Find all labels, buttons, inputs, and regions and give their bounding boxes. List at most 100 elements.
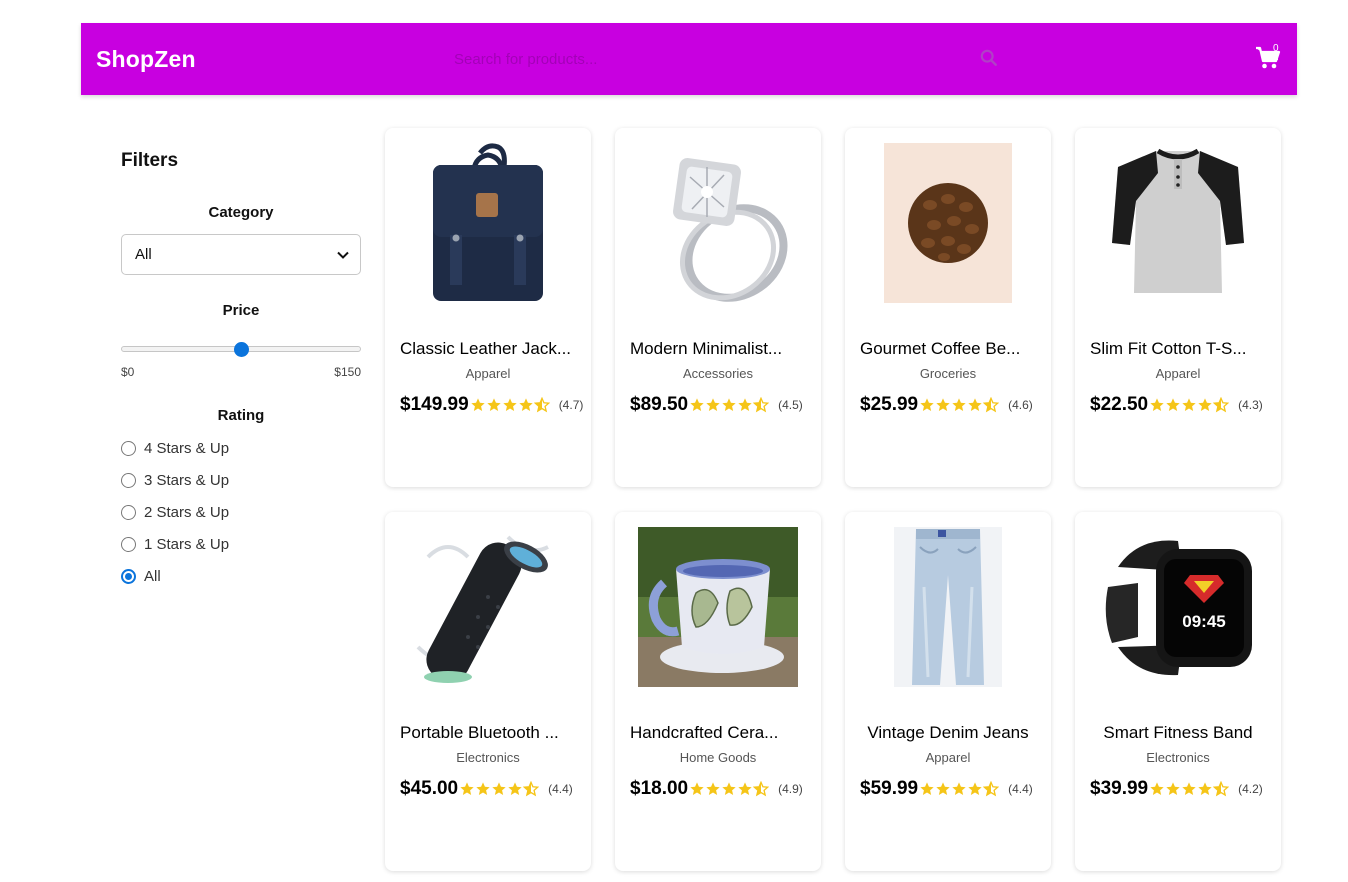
product-card[interactable]: Modern Minimalist... Accessories $89.50 …	[615, 128, 821, 487]
product-category: Accessories	[682, 366, 754, 381]
product-name[interactable]: Modern Minimalist...	[630, 339, 806, 359]
rating-option[interactable]: All	[121, 560, 361, 592]
star-icon	[936, 782, 950, 795]
product-name[interactable]: Handcrafted Cera...	[630, 723, 806, 743]
rating-option-label: All	[144, 567, 161, 585]
half-star-icon	[753, 397, 770, 413]
star-icon	[476, 782, 490, 795]
product-image[interactable]	[408, 527, 568, 687]
filters-sidebar: Filters Category All Price $0 $150 Ratin…	[121, 150, 361, 592]
product-category: Groceries	[919, 366, 977, 381]
star-icon	[487, 398, 501, 411]
product-card[interactable]: Vintage Denim Jeans Apparel $59.99 (4.4)	[845, 512, 1051, 871]
filters-title: Filters	[121, 150, 179, 171]
rating-value: (4.4)	[548, 782, 573, 796]
star-icon	[936, 398, 950, 411]
search-button[interactable]	[979, 49, 999, 69]
radio-button[interactable]	[121, 536, 136, 552]
product-image[interactable]	[408, 143, 568, 303]
star-rating	[1149, 397, 1230, 413]
product-category: Apparel	[925, 750, 971, 765]
product-name[interactable]: Gourmet Coffee Be...	[860, 339, 1036, 359]
rating-value: (4.2)	[1238, 782, 1263, 796]
speaker-image	[408, 527, 568, 687]
star-icon	[1150, 782, 1164, 795]
rating-option-label: 3 Stars & Up	[144, 471, 230, 489]
product-card[interactable]: Classic Leather Jack... Apparel $149.99 …	[385, 128, 591, 487]
product-card[interactable]: Portable Bluetooth ... Electronics $45.0…	[385, 512, 591, 871]
star-rating	[689, 781, 770, 797]
rating-option[interactable]: 3 Stars & Up	[121, 464, 361, 496]
search-bar	[444, 45, 1004, 73]
star-rating	[689, 397, 770, 413]
product-image[interactable]	[868, 527, 1028, 687]
product-category: Apparel	[1155, 366, 1201, 381]
star-icon	[706, 782, 720, 795]
half-star-icon	[533, 397, 550, 413]
rating-option-label: 1 Stars & Up	[144, 535, 230, 553]
category-select-value: All	[135, 246, 152, 263]
product-image[interactable]: 09:45	[1098, 527, 1258, 687]
radio-button[interactable]	[121, 504, 136, 520]
half-star-icon	[523, 781, 540, 797]
rating-option[interactable]: 4 Stars & Up	[121, 432, 361, 464]
star-icon	[503, 398, 517, 411]
star-icon	[738, 398, 752, 411]
star-icon	[1166, 782, 1180, 795]
product-name[interactable]: Classic Leather Jack...	[400, 339, 576, 359]
product-card[interactable]: Handcrafted Cera... Home Goods $18.00 (4…	[615, 512, 821, 871]
rating-value: (4.4)	[1008, 782, 1033, 796]
star-icon	[952, 398, 966, 411]
rating-value: (4.7)	[558, 398, 584, 412]
star-rating	[470, 397, 550, 413]
product-image[interactable]	[868, 143, 1028, 303]
product-price: $59.99	[860, 778, 919, 799]
star-icon	[460, 782, 474, 795]
half-star-icon	[1213, 397, 1230, 413]
price-slider-thumb[interactable]	[234, 342, 249, 357]
search-input[interactable]	[444, 45, 984, 73]
product-card[interactable]: Gourmet Coffee Be... Groceries $25.99 (4…	[845, 128, 1051, 487]
denim-jeans-image	[868, 527, 1028, 687]
rating-option[interactable]: 2 Stars & Up	[121, 496, 361, 528]
product-card[interactable]: 09:45 Smart Fitness Band Electronics $39…	[1075, 512, 1281, 871]
star-icon	[920, 398, 934, 411]
chevron-down-icon	[337, 251, 349, 259]
star-icon	[1166, 398, 1180, 411]
star-icon	[1198, 782, 1212, 795]
product-name[interactable]: Slim Fit Cotton T-S...	[1090, 339, 1266, 359]
rating-value: (4.5)	[778, 398, 803, 412]
radio-button[interactable]	[121, 440, 136, 456]
raglan-shirt-image	[1098, 143, 1258, 303]
navbar: ShopZen 0	[81, 23, 1297, 95]
price-min-label: $0	[121, 365, 135, 379]
ring-image	[638, 143, 798, 303]
brand-logo[interactable]: ShopZen	[96, 46, 196, 73]
product-price: $149.99	[400, 394, 469, 415]
rating-option-label: 2 Stars & Up	[144, 503, 230, 521]
category-select[interactable]: All	[121, 234, 361, 275]
rating-value: (4.3)	[1238, 398, 1263, 412]
star-icon	[471, 398, 485, 411]
rating-options: 4 Stars & Up 3 Stars & Up 2 Stars & Up 1…	[121, 432, 361, 592]
star-icon	[519, 398, 533, 411]
product-name[interactable]: Smart Fitness Band	[1090, 723, 1266, 743]
backpack-image	[408, 143, 568, 303]
product-price: $39.99	[1090, 778, 1149, 799]
product-name[interactable]: Portable Bluetooth ...	[400, 723, 576, 743]
product-image[interactable]	[638, 527, 798, 687]
cart-button[interactable]: 0	[1255, 43, 1285, 75]
price-slider[interactable]	[121, 342, 361, 357]
star-rating	[1149, 781, 1230, 797]
rating-option[interactable]: 1 Stars & Up	[121, 528, 361, 560]
product-card[interactable]: Slim Fit Cotton T-S... Apparel $22.50 (4…	[1075, 128, 1281, 487]
product-name[interactable]: Vintage Denim Jeans	[860, 723, 1036, 743]
product-image[interactable]	[638, 143, 798, 303]
star-icon	[1182, 782, 1196, 795]
star-icon	[492, 782, 506, 795]
radio-button[interactable]	[121, 568, 136, 584]
product-image[interactable]	[1098, 143, 1258, 303]
product-category: Electronics	[1146, 750, 1210, 765]
radio-button[interactable]	[121, 472, 136, 488]
star-icon	[952, 782, 966, 795]
